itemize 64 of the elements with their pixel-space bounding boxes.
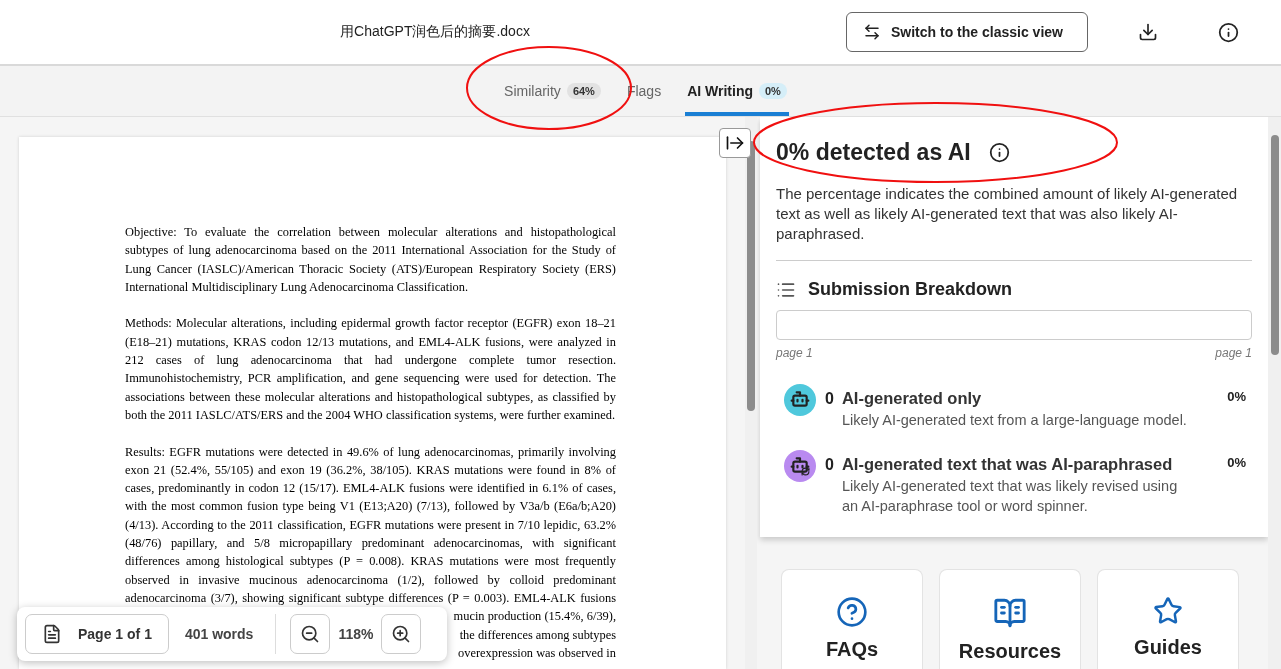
- star-icon: [1153, 596, 1183, 626]
- percentage-badge: 0%: [759, 83, 787, 99]
- scrollbar-thumb[interactable]: [1270, 135, 1279, 355]
- page-label: page 1: [1215, 346, 1252, 360]
- category-title: AI-generated only: [841, 389, 983, 408]
- page-label: page 1: [776, 346, 813, 360]
- document-text-line: (E18–21) mutations, KRAS codon 12/13 mutations, and EML4-ALK fusions, were analyzed in: [125, 333, 616, 351]
- zoom-in-button[interactable]: [381, 614, 422, 654]
- resource-tile[interactable]: Guides: [1097, 569, 1239, 669]
- document-text-line: Objective: To evaluate the correlation between molecular alterations and histopathological: [125, 224, 616, 241]
- info-icon[interactable]: [988, 142, 1010, 163]
- refresh-icon: [801, 467, 810, 476]
- document-text-line: Immunohistochemistry, PCR amplification, and gene sequencing were used for detection. The: [125, 370, 616, 388]
- zoom-out-icon: [300, 624, 321, 644]
- page-indicator-button[interactable]: Page 1 of 1: [25, 614, 169, 654]
- match-count: 0: [825, 456, 834, 474]
- robot-icon: [790, 388, 810, 409]
- category-percentage: 0%: [1227, 389, 1246, 404]
- percentage-badge: 64%: [566, 83, 601, 99]
- robot-icon: [790, 454, 810, 475]
- category-description: Likely AI-generated text that was likely revised using an AI-paraphrase tool or word spinner.: [841, 477, 1179, 516]
- swap-arrows-icon: [863, 23, 881, 41]
- document-text-line: overexpression was observed in: [458, 644, 616, 662]
- document-text-line: adenocarcinoma (3/7), showing significant subtype differences (P = 0.003). EML4-ALK fusions: [125, 589, 616, 607]
- breakdown-heading: Submission Breakdown: [808, 279, 1013, 300]
- document-title: 用ChatGPT润色后的摘要.docx: [340, 23, 530, 41]
- document-text-line: Lung Cancer (IASLC)/American Thoracic Society (ATS)/European Respiratory Society (ERS): [125, 260, 616, 278]
- document-text-line: Methods: Molecular alterations, including epidermal growth factor receptor (EGFR) exon 18–21: [125, 315, 616, 333]
- document-text-line: the differences among subtypes: [459, 626, 616, 644]
- document-text-line: differences among histological subtypes (P = 0.008). KRAS mutations were most frequently: [125, 553, 616, 571]
- scrollbar-thumb[interactable]: [747, 141, 755, 411]
- resource-tile[interactable]: FAQs: [781, 569, 923, 669]
- document-text-line: Results: EGFR mutations were detected in 49.6% of lung adenocarcinomas, primarily involving: [125, 443, 616, 461]
- document-icon: [42, 624, 62, 644]
- document-text-line: subtypes of lung adenocarcinoma based on the 2011 International Association for the Study of: [125, 242, 616, 260]
- document-text-line: associations between these molecular alterations and histopathological subtypes, as classified by: [125, 388, 616, 406]
- category-percentage: 0%: [1227, 455, 1246, 470]
- collapse-panel-button[interactable]: [719, 128, 751, 158]
- help-icon: [836, 596, 868, 628]
- category-title: AI-generated text that was AI-paraphrased: [841, 455, 1174, 474]
- zoom-in-icon: [391, 624, 412, 644]
- document-text-line: (4/13). According to the 2011 classification, EGFR mutations were present in 7/10 lepidic, 63.2%: [125, 516, 616, 534]
- document-text-line: both the 2011 IASLC/ATS/ERS and the 2004 WHO classification systems, were further examined.: [125, 406, 616, 424]
- document-text-line: 212 cases of lung adenocarcinoma that had undergone complete tumor resection.: [125, 352, 616, 370]
- document-text-line: International Multidisciplinary Lung Adenocarcinoma Classification.: [125, 278, 470, 296]
- resource-tile[interactable]: Resources: [939, 569, 1081, 669]
- info-icon: [1218, 21, 1239, 43]
- ai-score-heading: 0% detected as AI: [776, 139, 971, 166]
- zoom-level: 118%: [338, 626, 374, 642]
- book-icon: [993, 596, 1027, 630]
- document-text-line: mucin production (15.4%, 6/39),: [453, 608, 616, 626]
- match-count: 0: [825, 390, 834, 408]
- document-text-line: with the most common fusion type being V1 (E13;A20) (7/13), followed by V3a/b (E6a/b;A20): [125, 498, 616, 516]
- word-count: 401 words: [183, 626, 255, 642]
- document-text-line: cases, predominantly in codon 12 (15/17). EML4-ALK fusions were identified in 6.1% of cases,: [125, 480, 616, 498]
- document-text-line: observed in invasive mucinous adenocarcinoma (1/2), followed by colloid predominant: [125, 571, 616, 589]
- arrow-bar-icon: [725, 133, 745, 153]
- document-text-line: exon 21 (52.4%, 55/105) and exon 19 (36.2%, 38/105). KRAS mutations were found in 8% of: [125, 461, 616, 479]
- download-icon: [1138, 22, 1158, 42]
- category-description: Likely AI-generated text from a large-language model.: [841, 411, 1188, 430]
- switch-view-button[interactable]: Switch to the classic view: [846, 12, 1088, 52]
- document-text-line: (48/76) papillary, and 5/8 micropapillary predominant adenocarcinomas, with significant: [125, 535, 616, 553]
- score-description: The percentage indicates the combined amount of likely AI-generated text as well as likely AI-generated text that was also likely AI-paraphrased.: [776, 184, 1239, 244]
- zoom-out-button[interactable]: [290, 614, 331, 654]
